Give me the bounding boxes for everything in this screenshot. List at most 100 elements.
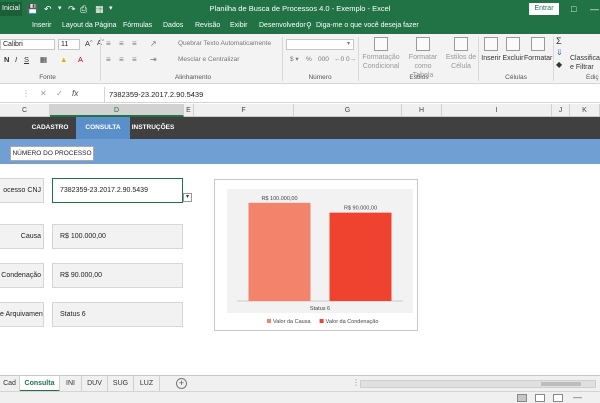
group-styles-label: Estilos: [409, 74, 429, 81]
sheet-tab-duv[interactable]: DUV: [82, 376, 108, 392]
column-header-i[interactable]: I: [442, 104, 552, 117]
insert-cells-button[interactable]: Inserir: [480, 54, 502, 63]
cell-styles-button[interactable]: Estilos de Célula: [444, 53, 478, 71]
number-format-select[interactable]: [286, 39, 354, 50]
nav-consulta[interactable]: CONSULTA: [76, 117, 130, 139]
sheet-tab-sug[interactable]: SUG: [108, 376, 134, 392]
align-right-icon[interactable]: ≡: [132, 56, 137, 64]
conditional-format-button[interactable]: Formatação Condicional: [360, 53, 402, 71]
font-size-select[interactable]: 11: [58, 39, 80, 50]
column-header-j[interactable]: J: [552, 104, 570, 117]
bold-icon[interactable]: N: [4, 56, 9, 64]
enter-icon[interactable]: ✓: [56, 89, 63, 98]
column-header-c[interactable]: C: [0, 104, 50, 117]
conditional-format-icon[interactable]: [374, 37, 388, 51]
align-left-icon[interactable]: ≡: [106, 56, 111, 64]
column-header-f[interactable]: F: [194, 104, 294, 117]
orientation-icon[interactable]: ↗: [150, 40, 157, 48]
zoom-out-icon[interactable]: —: [573, 392, 582, 403]
column-header-d[interactable]: D: [50, 104, 184, 117]
column-header-g[interactable]: G: [294, 104, 402, 117]
indent-icon[interactable]: ⇥: [150, 56, 157, 64]
group-alignment-label: Alinhamento: [174, 74, 212, 81]
decrease-decimal-icon[interactable]: 0→: [346, 56, 356, 64]
autosum-icon[interactable]: Σ: [556, 37, 562, 46]
currency-icon[interactable]: $ ▾: [290, 56, 299, 64]
tab-insert[interactable]: Inserir: [32, 18, 51, 34]
legend-swatch-1: [319, 319, 324, 323]
fill-icon[interactable]: ⇓: [556, 49, 563, 57]
tab-page-layout[interactable]: Layout da Página: [62, 18, 117, 34]
sort-filter-button[interactable]: Classifica e Filtrar: [570, 54, 600, 72]
more-options-icon[interactable]: ⋮: [22, 89, 30, 98]
sheet-tab-luz[interactable]: LUZ: [134, 376, 160, 392]
insert-function-icon[interactable]: fx: [72, 89, 78, 98]
ribbon: Calibri 11 Aˆ Aˇ N I S ▦ ▲ A Fonte ≡ ≡ ≡…: [0, 34, 600, 84]
italic-icon[interactable]: I: [15, 56, 17, 64]
format-cells-icon[interactable]: [531, 37, 545, 51]
group-editing-label: Ediç: [586, 74, 599, 81]
font-name-select[interactable]: Calibri: [0, 39, 55, 50]
fill-color-icon[interactable]: ▲: [60, 56, 67, 64]
page-layout-view-icon[interactable]: [535, 394, 545, 402]
cancel-icon[interactable]: ✕: [40, 89, 47, 98]
legend-swatch-0: [267, 319, 271, 323]
align-middle-icon[interactable]: ≡: [119, 40, 124, 48]
sheet-tab-consulta[interactable]: Consulta: [20, 376, 60, 392]
merge-center-button[interactable]: Mesclar e Centralizar: [178, 56, 239, 64]
font-color-icon[interactable]: A: [78, 56, 83, 64]
increase-decimal-icon[interactable]: ←0: [334, 56, 344, 64]
chart-data-label-1: R$ 90.000,00: [344, 206, 377, 212]
align-top-icon[interactable]: ≡: [106, 40, 111, 48]
processo-cnj-input[interactable]: 7382359-23.2017.2.90.5439: [52, 178, 183, 203]
underline-icon[interactable]: S: [24, 56, 29, 64]
align-center-icon[interactable]: ≡: [119, 56, 124, 64]
sheet-tab-ini[interactable]: INI: [60, 376, 82, 392]
formula-input[interactable]: 7382359-23.2017.2.90.5439: [104, 87, 600, 103]
clear-icon[interactable]: ◆: [556, 61, 562, 69]
status-bar: —: [0, 391, 600, 403]
cell-styles-icon[interactable]: [454, 37, 468, 51]
label-valor-causa: Causa: [0, 224, 44, 249]
signin-button[interactable]: Entrar: [529, 3, 559, 15]
align-bottom-icon[interactable]: ≡: [132, 40, 137, 48]
borders-icon[interactable]: ▦: [40, 56, 47, 64]
tab-review[interactable]: Revisão: [195, 18, 220, 34]
nav-instrucoes[interactable]: INSTRUÇÕES: [130, 117, 176, 139]
horizontal-scrollbar[interactable]: [360, 380, 596, 388]
insert-cells-icon[interactable]: [484, 37, 498, 51]
wrap-text-button[interactable]: Quebrar Texto Automaticamente: [178, 40, 271, 48]
chart-bar-0[interactable]: [248, 202, 311, 301]
column-header-h[interactable]: H: [402, 104, 442, 117]
tab-data[interactable]: Dados: [163, 18, 183, 34]
format-cells-button[interactable]: Formatar: [524, 54, 552, 63]
minimize-icon[interactable]: —: [590, 2, 599, 16]
column-header-e[interactable]: E: [184, 104, 194, 117]
chart[interactable]: R$ 100.000,00 R$ 90.000,00 Status 6 Valor …: [214, 179, 418, 331]
scrollbar-thumb[interactable]: [541, 382, 581, 386]
format-as-table-icon[interactable]: [416, 37, 430, 51]
add-sheet-icon[interactable]: +: [176, 378, 187, 389]
column-header-k[interactable]: K: [570, 104, 600, 117]
processo-dropdown-button[interactable]: ▾: [183, 193, 192, 202]
tab-developer[interactable]: Desenvolvedor: [259, 18, 306, 34]
delete-cells-icon[interactable]: [506, 37, 520, 51]
grow-font-icon[interactable]: Aˆ: [85, 40, 93, 48]
tab-view[interactable]: Exibir: [230, 18, 248, 34]
page-break-view-icon[interactable]: [553, 394, 563, 402]
delete-cells-button[interactable]: Excluir: [502, 54, 524, 63]
chevron-down-icon[interactable]: ▾: [347, 40, 350, 48]
tell-me-box[interactable]: Diga-me o que você deseja fazer: [316, 18, 419, 34]
percent-icon[interactable]: %: [306, 56, 312, 64]
tab-numero-processo[interactable]: NÚMERO DO PROCESSO: [10, 146, 94, 161]
lightbulb-icon: ⚲: [306, 21, 312, 30]
comma-style-icon[interactable]: 000: [318, 56, 329, 64]
tab-scroll-icon[interactable]: ⋮: [352, 378, 360, 387]
tab-formulas[interactable]: Fórmulas: [123, 18, 152, 34]
column-headers: C D E F G H I J K: [0, 104, 600, 117]
nav-cadastro[interactable]: CADASTRO: [24, 117, 76, 139]
sheet-tab-cad[interactable]: Cad: [0, 376, 20, 392]
normal-view-icon[interactable]: [517, 394, 527, 402]
chart-bar-1[interactable]: [329, 212, 392, 301]
ribbon-display-icon[interactable]: □: [571, 2, 576, 16]
